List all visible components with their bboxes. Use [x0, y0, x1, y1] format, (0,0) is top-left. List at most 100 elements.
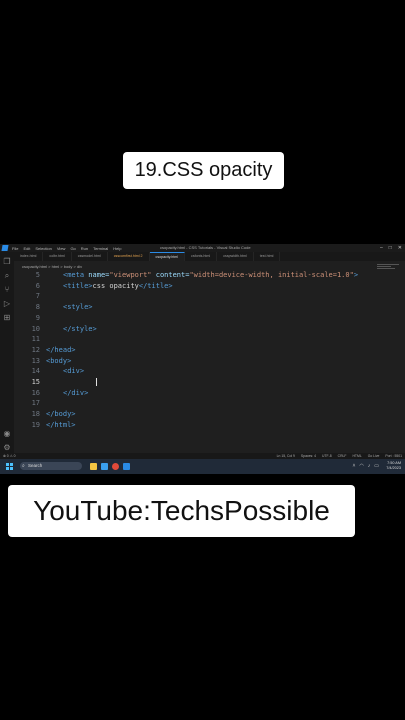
line-number: 14 [31, 367, 40, 376]
code-line[interactable]: 12 </head> [14, 345, 405, 355]
line-number: 16 [31, 388, 40, 397]
code-line[interactable]: 19 </html> [14, 420, 405, 430]
volume-icon[interactable]: ♪ [368, 463, 371, 469]
maximize-icon[interactable]: □ [389, 245, 392, 251]
line-number: 11 [31, 335, 40, 344]
editor-tab[interactable]: csopacity.html [149, 252, 186, 261]
minimize-icon[interactable]: – [380, 245, 383, 251]
chrome-icon[interactable] [112, 463, 119, 470]
line-number: 8 [35, 303, 40, 312]
taskbar-search-label: Search [28, 463, 43, 468]
clock[interactable]: 7:50 AM 7/4/2023 [386, 461, 401, 471]
activity-bar: ❐ ⌕ ⑂ ▷ ⊞ ◉ ⚙ [0, 252, 14, 466]
windows-taskbar: ⌕ Search ˄ ◠ ♪ ▭ 7:50 AM 7/4/2023 [0, 459, 405, 474]
status-item[interactable]: Port : 5501 [385, 454, 402, 458]
line-number: 19 [31, 420, 40, 429]
window-title: csopacity.html - CSS Tutorials - Visual … [160, 245, 251, 250]
problems-indicator[interactable]: ⊗ 0 ⚠ 0 [3, 454, 15, 458]
window-controls: – □ ✕ [380, 245, 402, 251]
editor-tab[interactable]: csspwidth.html [217, 252, 254, 261]
menu-item-edit[interactable]: Edit [23, 246, 30, 251]
editor-tab[interactable]: colbr.html [43, 252, 72, 261]
line-number: 10 [31, 324, 40, 333]
code-text: <meta name="viewport" content="width=dev… [63, 271, 359, 279]
extensions-icon[interactable]: ⊞ [3, 314, 11, 322]
vscode-taskbar-icon[interactable] [123, 463, 130, 470]
line-number: 5 [35, 271, 40, 279]
search-magnifier-icon: ⌕ [22, 463, 25, 469]
line-number: 17 [31, 399, 40, 408]
status-item[interactable]: HTML [352, 454, 361, 458]
editor-tabs: index.html colbr.html cssmodel.html csscomf… [14, 252, 405, 261]
code-line[interactable]: 11 [14, 334, 405, 344]
code-text: </head> [46, 345, 76, 354]
line-number: 12 [31, 345, 40, 354]
code-line[interactable]: 9 [14, 313, 405, 323]
code-line[interactable]: 16 </div> [14, 388, 405, 398]
editor-tab[interactable]: cssmodel.html [72, 252, 108, 261]
menu-item-view[interactable]: View [57, 246, 66, 251]
code-text: </div> [63, 388, 89, 397]
status-item[interactable]: UTF-8 [322, 454, 332, 458]
channel-caption: YouTube:TechsPossible [8, 485, 355, 537]
line-number: 9 [35, 313, 40, 322]
edge-icon[interactable] [101, 463, 108, 470]
clock-date: 7/4/2023 [386, 466, 401, 470]
menu-item-selection[interactable]: Selection [35, 246, 51, 251]
code-line[interactable]: 15 [14, 377, 405, 387]
title-bar: File Edit Selection View Go Run Terminal Help c… [0, 244, 405, 252]
taskbar-search[interactable]: ⌕ Search [20, 462, 82, 470]
file-explorer-icon[interactable] [90, 463, 97, 470]
line-number: 7 [35, 292, 40, 301]
explorer-icon[interactable]: ❐ [3, 258, 11, 266]
code-text: <title>css opacity</title> [63, 281, 173, 290]
code-text: </body> [46, 410, 76, 419]
text-cursor [96, 378, 97, 386]
caption-title: 19.CSS opacity [123, 152, 284, 189]
line-number: 18 [31, 410, 40, 419]
status-item[interactable]: Go Live [368, 454, 380, 458]
breadcrumb[interactable]: csopacity.html > html > body > div [22, 264, 82, 269]
code-text: <style> [63, 303, 93, 312]
editor-tab[interactable]: index.html [14, 252, 44, 261]
menu-item-terminal[interactable]: Terminal [93, 246, 108, 251]
vscode-logo-icon [1, 245, 9, 251]
account-icon[interactable]: ◉ [3, 430, 11, 438]
close-icon[interactable]: ✕ [398, 245, 402, 251]
code-line[interactable]: 6 <title>css opacity</title> [14, 281, 405, 291]
code-line[interactable]: 13 <body> [14, 356, 405, 366]
source-control-icon[interactable]: ⑂ [3, 286, 11, 294]
code-line[interactable]: 8 <style> [14, 302, 405, 312]
code-line[interactable]: 10 </style> [14, 324, 405, 334]
editor-tab[interactable]: csfonts.html [185, 252, 218, 261]
system-tray: ˄ ◠ ♪ ▭ [352, 463, 379, 469]
settings-gear-icon[interactable]: ⚙ [3, 444, 11, 452]
code-editor[interactable]: 5 <meta name="viewport" content="width=de… [14, 270, 405, 460]
menu-item-help[interactable]: Help [113, 246, 121, 251]
line-number: 6 [35, 281, 40, 290]
menu-bar: File Edit Selection View Go Run Terminal Help [12, 246, 121, 251]
status-item[interactable]: Ln 15, Col 9 [277, 454, 295, 458]
code-line[interactable]: 18 </body> [14, 409, 405, 419]
menu-item-go[interactable]: Go [70, 246, 75, 251]
code-line[interactable]: 5 <meta name="viewport" content="width=de… [14, 270, 405, 280]
code-line[interactable]: 17 [14, 398, 405, 408]
search-icon[interactable]: ⌕ [3, 272, 11, 280]
status-item[interactable]: CRLF [338, 454, 347, 458]
battery-icon[interactable]: ▭ [374, 463, 379, 469]
code-text: <body> [46, 356, 72, 365]
status-item[interactable]: Spaces: 4 [301, 454, 316, 458]
chevron-up-icon[interactable]: ˄ [352, 463, 355, 469]
editor-tab[interactable]: csscomfirst.html 2 [108, 252, 150, 261]
code-line[interactable]: 14 <div> [14, 366, 405, 376]
code-text: </style> [63, 324, 97, 333]
windows-start-icon[interactable] [6, 463, 13, 470]
editor-tab[interactable]: test.html [254, 252, 281, 261]
code-line[interactable]: 7 [14, 291, 405, 301]
menu-item-run[interactable]: Run [81, 246, 88, 251]
menu-item-file[interactable]: File [12, 246, 18, 251]
line-number: 13 [31, 356, 40, 365]
wifi-icon[interactable]: ◠ [359, 463, 363, 469]
line-number: 15 [31, 378, 40, 386]
run-debug-icon[interactable]: ▷ [3, 300, 11, 308]
